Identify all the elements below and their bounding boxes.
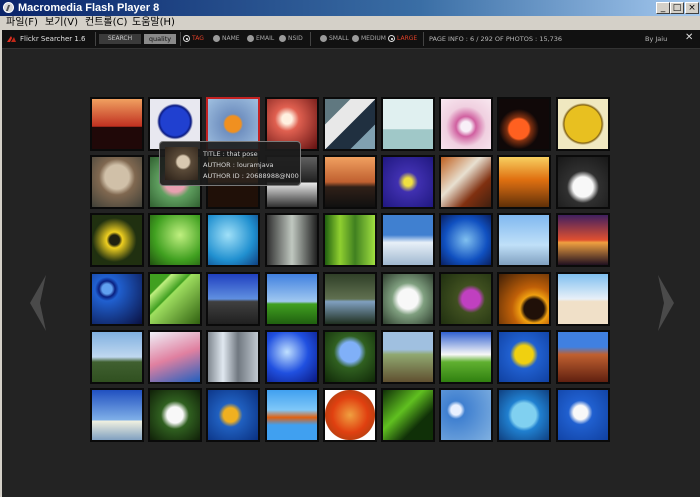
minimize-button[interactable]: _ <box>656 2 670 14</box>
photo-thumbnail-daisy-blue-sky[interactable] <box>556 388 610 442</box>
photo-thumbnail-beach-figure[interactable] <box>556 272 610 326</box>
photo-thumbnail-red-rock-cliff[interactable] <box>556 330 610 384</box>
photo-thumbnail-blue-flower-drops[interactable] <box>323 330 377 384</box>
photo-thumbnail-dandelion[interactable] <box>381 272 435 326</box>
author-byline: By Jaiu <box>645 35 668 43</box>
photo-thumbnail-horse-rider-sunset[interactable] <box>323 155 377 209</box>
photo-thumbnail-white-daisy-green[interactable] <box>148 388 202 442</box>
filter-nsid-radio[interactable] <box>279 35 286 42</box>
photo-thumbnail-bark-texture[interactable] <box>439 155 493 209</box>
photo-thumbnail-purple-sunset[interactable] <box>556 213 610 267</box>
app-logo-icon <box>7 36 16 42</box>
photo-thumbnail-water-droplets[interactable] <box>439 388 493 442</box>
tooltip-author-id: AUTHOR ID : 20688988@N00 <box>203 172 299 180</box>
filter-tag-label[interactable]: TAG <box>192 35 204 42</box>
photo-thumbnail-blue-cells[interactable] <box>90 272 144 326</box>
photo-thumbnail-pink-sky-fabric[interactable] <box>148 330 202 384</box>
next-page-arrow-icon[interactable] <box>656 273 676 333</box>
photo-thumbnail-green-grass-blade[interactable] <box>381 388 435 442</box>
photo-thumbnail-green-hills-clouds[interactable] <box>439 330 493 384</box>
photo-thumbnail-grass-blue-sky[interactable] <box>265 272 319 326</box>
photo-thumbnail-dark-landscape[interactable] <box>323 272 377 326</box>
photo-thumbnail-orange-slices[interactable] <box>497 97 551 151</box>
photo-thumbnail-white-lilies[interactable] <box>556 155 610 209</box>
size-large-label[interactable]: LARGE <box>397 35 417 42</box>
photo-stage <box>2 49 700 497</box>
tooltip-author: AUTHOR : louramjava <box>203 161 274 169</box>
filter-email-label[interactable]: EMAIL <box>256 35 274 42</box>
photo-thumbnail-water-collage[interactable] <box>323 97 377 151</box>
close-button[interactable]: × <box>685 2 699 14</box>
window-title: Macromedia Flash Player 8 <box>18 2 160 14</box>
photo-thumbnail-yellow-daffodil[interactable] <box>497 330 551 384</box>
photo-thumbnail-blue-bubble[interactable] <box>497 388 551 442</box>
photo-thumbnail-sunflower-closeup[interactable] <box>497 272 551 326</box>
photo-thumbnail-green-leaf-veins[interactable] <box>148 272 202 326</box>
tooltip-title: TITLE : that pose <box>203 150 258 158</box>
photo-thumbnail-blue-water-drops[interactable] <box>206 213 260 267</box>
photo-thumbnail-green-leaf-drops[interactable] <box>148 213 202 267</box>
app-title: Flickr Searcher 1.6 <box>20 35 86 43</box>
search-input[interactable]: quality <box>144 34 176 44</box>
photo-thumbnail-waterfall[interactable] <box>265 213 319 267</box>
photo-thumbnail-chair-on-beach[interactable] <box>381 97 435 151</box>
photo-thumbnail-blue-bubbles[interactable] <box>265 330 319 384</box>
photo-thumbnail-road-blue-sky[interactable] <box>206 272 260 326</box>
photo-thumbnail-ocean-horizon[interactable] <box>90 388 144 442</box>
photo-thumbnail-grass-field[interactable] <box>381 330 435 384</box>
size-small-radio[interactable] <box>320 35 327 42</box>
search-button[interactable]: SEARCH <box>99 34 141 44</box>
page-info: PAGE INFO : 6 / 292 OF PHOTOS : 15,736 <box>429 35 563 43</box>
menu-help[interactable]: 도움말(H) <box>132 16 175 30</box>
photo-thumbnail-snow-mountain[interactable] <box>381 213 435 267</box>
flash-app: Flickr Searcher 1.6 SEARCH quality TAG N… <box>2 30 700 497</box>
menu-file[interactable]: 파일(F) <box>6 16 38 30</box>
photo-thumbnail-sunset-tree-silhouette[interactable] <box>90 97 144 151</box>
close-app-icon[interactable]: ✕ <box>685 33 693 43</box>
menu-view[interactable]: 보기(V) <box>45 16 78 30</box>
photo-thumbnail-coast-cliffs[interactable] <box>90 330 144 384</box>
menu-control[interactable]: 컨트롤(C) <box>85 16 127 30</box>
photo-thumbnail-gold-seal[interactable] <box>556 97 610 151</box>
size-large-radio[interactable] <box>388 35 395 42</box>
tooltip-thumbnail <box>165 147 198 180</box>
prev-page-arrow-icon[interactable] <box>28 273 48 333</box>
filter-email-radio[interactable] <box>247 35 254 42</box>
photo-thumbnail-squirrel[interactable] <box>90 155 144 209</box>
photo-tooltip: TITLE : that pose AUTHOR : louramjava AU… <box>159 141 301 186</box>
photo-thumbnail-beach-chair-blue[interactable] <box>497 213 551 267</box>
toolbar-divider <box>423 32 424 46</box>
window-titlebar: Macromedia Flash Player 8 _ □ × <box>0 0 700 16</box>
size-medium-label[interactable]: MEDIUM <box>361 35 386 42</box>
photo-thumbnail-pink-lily[interactable] <box>439 97 493 151</box>
size-medium-radio[interactable] <box>352 35 359 42</box>
toolbar-divider <box>95 32 96 46</box>
filter-name-radio[interactable] <box>213 35 220 42</box>
menubar: 파일(F) 보기(V) 컨트롤(C) 도움말(H) <box>0 16 700 30</box>
maximize-button[interactable]: □ <box>670 2 684 14</box>
photo-thumbnail-golden-field-sunset[interactable] <box>497 155 551 209</box>
toolbar-divider <box>180 32 181 46</box>
photo-thumbnail-green-grass[interactable] <box>323 213 377 267</box>
photo-thumbnail-yellow-daisy[interactable] <box>90 213 144 267</box>
filter-tag-radio[interactable] <box>183 35 190 42</box>
app-toolbar: Flickr Searcher 1.6 SEARCH quality TAG N… <box>2 30 700 49</box>
photo-thumbnail-winter-trees[interactable] <box>206 330 260 384</box>
flash-player-icon <box>3 2 14 13</box>
filter-nsid-label[interactable]: NSID <box>288 35 303 42</box>
filter-name-label[interactable]: NAME <box>222 35 240 42</box>
photo-thumbnail-goldfish[interactable] <box>265 388 319 442</box>
photo-thumbnail-purple-flower[interactable] <box>439 272 493 326</box>
photo-thumbnail-orange-leaves[interactable] <box>323 388 377 442</box>
toolbar-divider <box>310 32 311 46</box>
photo-thumbnail-yellow-flower-blue[interactable] <box>206 388 260 442</box>
size-small-label[interactable]: SMALL <box>329 35 349 42</box>
photo-thumbnail-purple-pansy[interactable] <box>381 155 435 209</box>
photo-thumbnail-blue-water-drop[interactable] <box>439 213 493 267</box>
